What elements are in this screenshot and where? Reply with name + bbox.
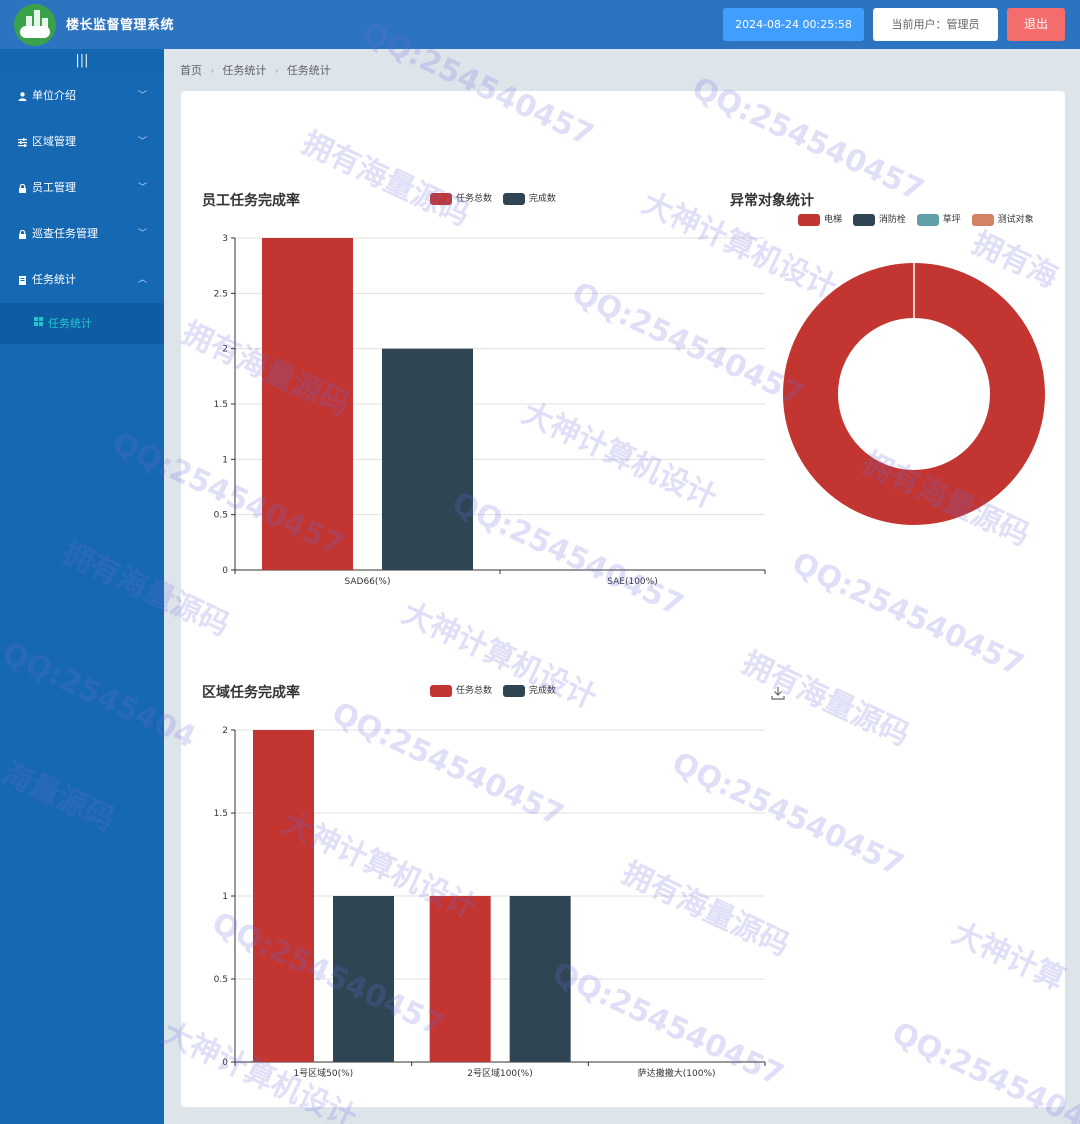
user-icon — [18, 92, 27, 101]
staff-completion-chart[interactable]: 0 0.5 1 1.5 2 2.5 3 SAD66(%) SAE(100%) — [200, 225, 780, 595]
y-tick-label: 1.5 — [214, 809, 228, 819]
staff-chart-legend[interactable]: 任务总数 完成数 — [430, 191, 564, 205]
chevron-down-icon: ﹀ — [138, 229, 148, 239]
sidebar-subitem-label: 任务统计 — [48, 317, 92, 330]
y-tick-label: 2.5 — [214, 289, 228, 299]
chevron-down-icon: ﹀ — [138, 183, 148, 193]
legend-label: 电梯 — [824, 215, 843, 225]
x-tick-label: SAE(100%) — [607, 577, 657, 587]
top-bar: 楼长监督管理系统 2024-08-24 00:25:58 当前用户：管理员 退出 — [0, 0, 1080, 49]
x-tick-label: SAD66(%) — [345, 577, 391, 587]
legend-label: 任务总数 — [456, 686, 493, 696]
bar — [509, 896, 571, 1062]
logo — [14, 4, 56, 46]
current-user-button[interactable]: 当前用户：管理员 — [873, 8, 998, 41]
y-tick-label: 2 — [222, 726, 228, 736]
breadcrumb-home[interactable]: 首页 — [180, 64, 202, 77]
chevron-down-icon: ﹀ — [138, 91, 148, 101]
breadcrumb: 首页 › 任务统计 › 任务统计 — [180, 64, 331, 77]
y-tick-label: 0 — [222, 566, 228, 576]
x-tick-label: 2号区域100(%) — [467, 1067, 532, 1079]
legend-label: 测试对象 — [997, 215, 1034, 225]
breadcrumb-current: 任务统计 — [286, 64, 331, 77]
bar — [333, 896, 394, 1062]
sidebar-item-unit-intro[interactable]: 单位介绍 ﹀ — [0, 73, 164, 119]
sidebar-item-label: 任务统计 — [32, 273, 76, 286]
logout-button[interactable]: 退出 — [1007, 8, 1065, 41]
chevron-up-icon: ︿ — [138, 275, 148, 285]
y-tick-label: 0.5 — [214, 975, 228, 985]
abnormal-chart-title: 异常对象统计 — [730, 193, 814, 209]
abnormal-object-donut-chart[interactable] — [770, 250, 1060, 540]
legend-label: 任务总数 — [456, 194, 493, 204]
y-tick-label: 0.5 — [214, 511, 228, 521]
sidebar-item-label: 区域管理 — [32, 135, 76, 148]
lock-icon — [18, 229, 27, 239]
document-icon — [18, 276, 27, 285]
sidebar-item-task-statistics[interactable]: 任务统计 ︿ — [0, 257, 164, 303]
y-tick-label: 1 — [222, 892, 228, 902]
bar — [253, 730, 314, 1062]
abnormal-chart-legend[interactable]: 电梯 消防栓 草坪 测试对象 — [798, 212, 1042, 226]
datetime-button[interactable]: 2024-08-24 00:25:58 — [723, 8, 864, 41]
area-completion-chart[interactable]: 0 0.5 1 1.5 2 1号区域50(%) 2号区域100(%) 萨达撒撒大(100%) — [200, 717, 780, 1087]
area-chart-legend[interactable]: 任务总数 完成数 — [430, 683, 564, 697]
y-tick-label: 3 — [222, 234, 228, 244]
breadcrumb-item[interactable]: 任务统计 — [222, 64, 266, 77]
y-tick-label: 1 — [222, 455, 228, 465]
grid-icon — [34, 303, 43, 344]
area-chart-title: 区域任务完成率 — [202, 685, 300, 701]
app-title: 楼长监督管理系统 — [66, 18, 175, 33]
donut-slice — [783, 263, 1045, 525]
sliders-icon — [18, 138, 27, 147]
sidebar: ||| 单位介绍 ﹀ 区域管理 ﹀ 员工管理 ﹀ 巡查任务管理 ﹀ 任务统计 ︿ — [0, 49, 164, 1124]
y-tick-label: 2 — [222, 345, 228, 355]
sidebar-item-patrol-task-management[interactable]: 巡查任务管理 ﹀ — [0, 211, 164, 257]
sidebar-item-area-management[interactable]: 区域管理 ﹀ — [0, 119, 164, 165]
x-tick-label: 萨达撒撒大(100%) — [638, 1067, 716, 1079]
lock-icon — [18, 183, 27, 193]
bar — [382, 348, 473, 570]
legend-label: 完成数 — [528, 686, 556, 696]
legend-label: 草坪 — [942, 215, 961, 225]
bar — [262, 238, 353, 570]
legend-label: 消防栓 — [878, 215, 906, 225]
legend-label: 完成数 — [528, 194, 556, 204]
staff-chart-title: 员工任务完成率 — [202, 193, 300, 209]
sidebar-item-label: 巡查任务管理 — [32, 227, 98, 240]
y-tick-label: 0 — [222, 1058, 228, 1068]
sidebar-subitem-task-statistics[interactable]: 任务统计 — [0, 303, 164, 344]
chevron-down-icon: ﹀ — [138, 137, 148, 147]
sidebar-item-label: 单位介绍 — [32, 89, 76, 102]
x-tick-label: 1号区域50(%) — [293, 1067, 353, 1079]
bar — [429, 896, 491, 1062]
y-tick-label: 1.5 — [214, 400, 228, 410]
sidebar-collapse-toggle[interactable]: ||| — [0, 49, 164, 73]
download-icon[interactable] — [771, 686, 785, 700]
sidebar-item-staff-management[interactable]: 员工管理 ﹀ — [0, 165, 164, 211]
sidebar-item-label: 员工管理 — [32, 181, 76, 194]
